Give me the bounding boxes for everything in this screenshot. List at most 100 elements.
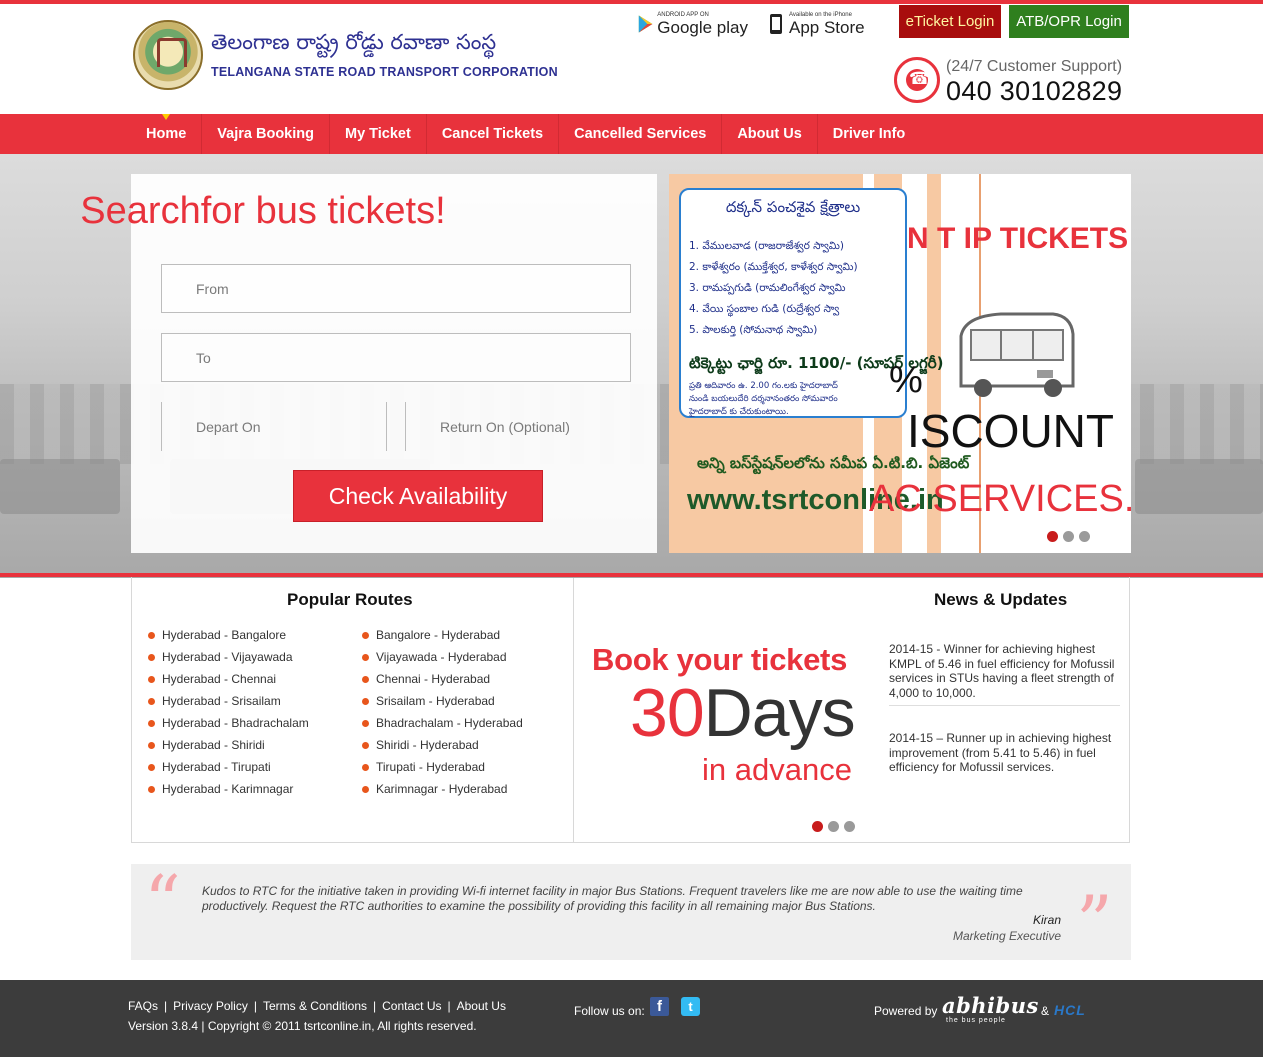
from-input[interactable]: From bbox=[161, 264, 631, 313]
logo-english-text: TELANGANA STATE ROAD TRANSPORT CORPORATI… bbox=[211, 65, 558, 79]
promo-slider[interactable]: దక్కన్ పంచశైవ క్షేత్రాలు 1. వేములవాడ (రా… bbox=[669, 174, 1131, 553]
route-label: Bhadrachalam - Hyderabad bbox=[376, 716, 523, 730]
tsrtc-logo[interactable]: తెలంగాణ రాష్ట్ర రోడ్డు రవాణా సంస్థ TELAN… bbox=[133, 20, 558, 95]
advance-booking-days-word: Days bbox=[703, 675, 856, 751]
route-link[interactable]: Tirupati - Hyderabad bbox=[362, 756, 523, 778]
route-link[interactable]: Chennai - Hyderabad bbox=[362, 668, 523, 690]
promo-temple-item: 4. వేయి స్థంబాల గుడి (రుద్రేశ్వర స్వా bbox=[689, 303, 840, 315]
bullet-icon bbox=[148, 675, 155, 683]
promo-box-title: దక్కన్ పంచశైవ క్షేత్రాలు bbox=[725, 198, 861, 216]
route-link[interactable]: Bangalore - Hyderabad bbox=[362, 624, 523, 646]
bullet-icon bbox=[362, 741, 369, 749]
content-divider bbox=[573, 578, 574, 843]
nav-cancel-tickets[interactable]: Cancel Tickets bbox=[427, 114, 560, 154]
footer-link-about-us[interactable]: About Us bbox=[457, 999, 506, 1013]
promo-percent-text: % bbox=[889, 359, 923, 401]
bullet-icon bbox=[362, 697, 369, 705]
route-link[interactable]: Srisailam - Hyderabad bbox=[362, 690, 523, 712]
news-item[interactable]: 2014-15 – Runner up in achieving highest… bbox=[889, 731, 1120, 775]
news-item[interactable]: 2014-15 - Winner for achieving highest K… bbox=[889, 642, 1120, 700]
route-link[interactable]: Bhadrachalam - Hyderabad bbox=[362, 712, 523, 734]
route-link[interactable]: Hyderabad - Bangalore bbox=[148, 624, 309, 646]
footer-separator: | bbox=[164, 999, 168, 1013]
route-link[interactable]: Hyderabad - Tirupati bbox=[148, 756, 309, 778]
tsrtc-seal-icon bbox=[133, 20, 203, 90]
open-quote-icon: “ bbox=[144, 860, 181, 944]
nav-vajra-booking[interactable]: Vajra Booking bbox=[202, 114, 330, 154]
route-link[interactable]: Hyderabad - Chennai bbox=[148, 668, 309, 690]
popular-routes-title: Popular Routes bbox=[287, 590, 413, 609]
route-label: Hyderabad - Bhadrachalam bbox=[162, 716, 309, 730]
return-on-input[interactable]: Return On (Optional) bbox=[405, 402, 631, 451]
advance-booking-days: 30Days bbox=[630, 674, 856, 752]
route-link[interactable]: Karimnagar - Hyderabad bbox=[362, 778, 523, 800]
footer-link-terms[interactable]: Terms & Conditions bbox=[263, 999, 367, 1013]
background-bus bbox=[0, 459, 120, 514]
slider-dot[interactable] bbox=[1047, 531, 1058, 542]
routes-column-2: Bangalore - Hyderabad Vijayawada - Hyder… bbox=[362, 624, 523, 800]
promo-services-text: AC SERVICES. bbox=[869, 478, 1131, 520]
promo-temple-box: దక్కన్ పంచశైవ క్షేత్రాలు 1. వేములవాడ (రా… bbox=[679, 188, 944, 419]
footer-link-faqs[interactable]: FAQs bbox=[128, 999, 158, 1013]
route-link[interactable]: Shiridi - Hyderabad bbox=[362, 734, 523, 756]
facebook-icon[interactable]: f bbox=[650, 997, 669, 1016]
eticket-login-button[interactable]: eTicket Login bbox=[899, 5, 1001, 38]
slider-dot[interactable] bbox=[828, 821, 839, 832]
footer-link-privacy-policy[interactable]: Privacy Policy bbox=[173, 999, 248, 1013]
abhibus-logo[interactable]: abhibus bbox=[942, 993, 1039, 1018]
route-label: Hyderabad - Vijayawada bbox=[162, 650, 293, 664]
promo-temple-item: 3. రామప్పగుడి (రామలింగేశ్వర స్వామి bbox=[689, 282, 846, 294]
ampersand: & bbox=[1041, 1004, 1050, 1018]
route-link[interactable]: Hyderabad - Srisailam bbox=[148, 690, 309, 712]
bullet-icon bbox=[148, 697, 155, 705]
route-link[interactable]: Hyderabad - Shiridi bbox=[148, 734, 309, 756]
slider-dot[interactable] bbox=[844, 821, 855, 832]
bullet-icon bbox=[362, 785, 369, 793]
bus-icon bbox=[959, 312, 1075, 397]
route-link[interactable]: Hyderabad - Vijayawada bbox=[148, 646, 309, 668]
google-play-icon bbox=[638, 15, 653, 33]
route-label: Shiridi - Hyderabad bbox=[376, 738, 479, 752]
bullet-icon bbox=[148, 719, 155, 727]
route-label: Vijayawada - Hyderabad bbox=[376, 650, 507, 664]
bullet-icon bbox=[362, 631, 369, 639]
nav-driver-info[interactable]: Driver Info bbox=[818, 114, 921, 154]
testimonial-role: Marketing Executive bbox=[952, 929, 1061, 943]
slider-dot[interactable] bbox=[812, 821, 823, 832]
testimonial-text: Kudos to RTC for the initiative taken in… bbox=[202, 884, 1023, 913]
slider-dot[interactable] bbox=[1063, 531, 1074, 542]
twitter-icon[interactable]: t bbox=[681, 997, 700, 1016]
nav-my-ticket[interactable]: My Ticket bbox=[330, 114, 427, 154]
promo-temple-item: 1. వేములవాడ (రాజరాజేశ్వర స్వామి) bbox=[689, 240, 844, 252]
hcl-logo[interactable]: HCL bbox=[1054, 1002, 1086, 1018]
promo-note: ప్రతి ఆదివారం ఉ. 2.00 గం.లకు హైదరాబాద్ న… bbox=[689, 380, 838, 419]
footer-separator: | bbox=[253, 999, 257, 1013]
news-updates-title: News & Updates bbox=[934, 590, 1068, 609]
footer-link-contact-us[interactable]: Contact Us bbox=[382, 999, 441, 1013]
to-input[interactable]: To bbox=[161, 333, 631, 382]
advance-booking-line-1: Book your tickets bbox=[592, 642, 848, 677]
promo-note-line: ప్రతి ఆదివారం ఉ. 2.00 గం.లకు హైదరాబాద్ bbox=[689, 381, 838, 391]
nav-about-us[interactable]: About Us bbox=[722, 114, 818, 154]
google-play-button[interactable]: ANDROID APP ON Google play bbox=[638, 9, 748, 39]
route-link[interactable]: Vijayawada - Hyderabad bbox=[362, 646, 523, 668]
route-link[interactable]: Hyderabad - Karimnagar bbox=[148, 778, 309, 800]
routes-column-1: Hyderabad - Bangalore Hyderabad - Vijaya… bbox=[148, 624, 309, 800]
promo-trip-tickets-text: N T IP TICKETS bbox=[907, 222, 1129, 255]
route-link[interactable]: Hyderabad - Bhadrachalam bbox=[148, 712, 309, 734]
nav-home[interactable]: Home bbox=[131, 114, 203, 154]
abhibus-tagline: the bus people bbox=[946, 1017, 1006, 1024]
route-label: Hyderabad - Karimnagar bbox=[162, 782, 294, 796]
bullet-icon bbox=[148, 653, 155, 661]
route-label: Hyderabad - Srisailam bbox=[162, 694, 281, 708]
bullet-icon bbox=[148, 763, 155, 771]
support-phone-number[interactable]: 040 30102829 bbox=[946, 76, 1122, 107]
atb-opr-login-button[interactable]: ATB/OPR Login bbox=[1009, 5, 1129, 38]
promo-note-line: హైదరాబాద్ కు చేరుకుంటాయి. bbox=[689, 407, 789, 417]
nav-cancelled-services[interactable]: Cancelled Services bbox=[559, 114, 723, 154]
slider-dot[interactable] bbox=[1079, 531, 1090, 542]
check-availability-button[interactable]: Check Availability bbox=[293, 470, 543, 522]
depart-on-input[interactable]: Depart On bbox=[161, 402, 387, 451]
app-store-button[interactable]: Available on the iPhone App Store bbox=[767, 9, 877, 39]
footer-links: FAQs | Privacy Policy | Terms & Conditions | C… bbox=[128, 999, 506, 1013]
